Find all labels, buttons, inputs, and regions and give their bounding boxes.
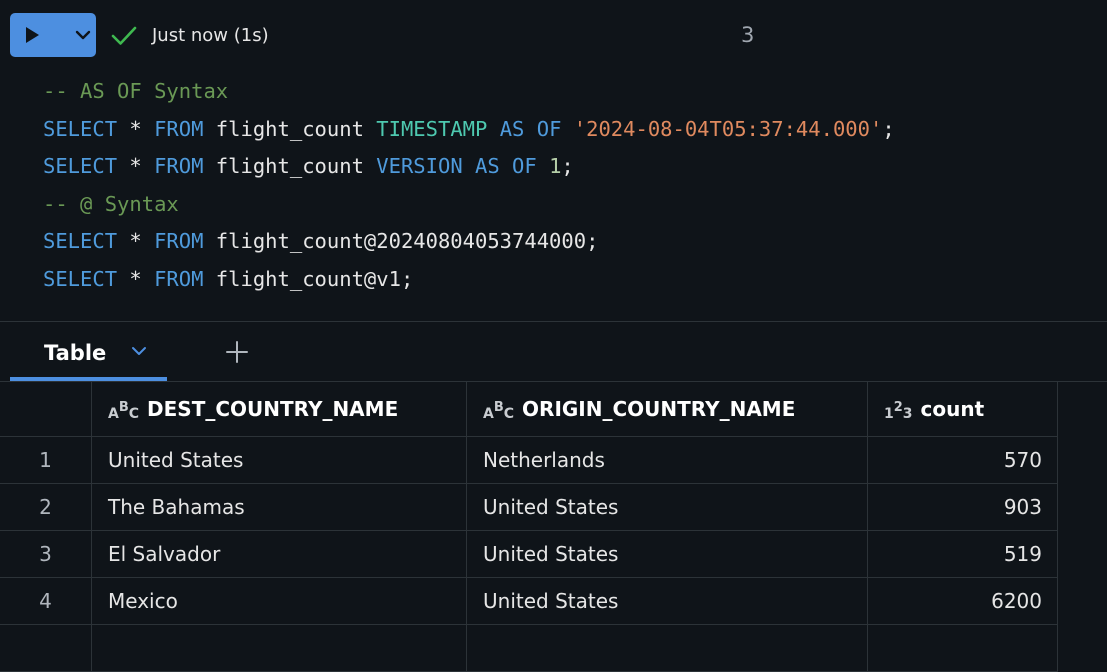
column-header[interactable]: 1 2 3 count <box>868 382 1058 437</box>
code-token: 1 <box>549 154 562 179</box>
code-token: OF <box>512 154 537 179</box>
code-token: AS <box>475 154 500 179</box>
empty-cell <box>92 625 467 672</box>
code-token: * <box>117 154 155 179</box>
chevron-down-icon[interactable] <box>131 346 147 356</box>
row-number: 2 <box>0 484 92 531</box>
column-header-label: ORIGIN_COUNTRY_NAME <box>522 397 796 421</box>
count-cell: 903 <box>868 484 1058 531</box>
row-number: 4 <box>0 578 92 625</box>
code-token: -- AS OF Syntax <box>43 79 229 103</box>
code-token: flight_count <box>203 154 377 179</box>
dest-country-cell: El Salvador <box>92 531 467 578</box>
count-cell: 519 <box>868 531 1058 578</box>
count-cell: 6200 <box>868 578 1058 625</box>
code-token: ; <box>561 154 574 179</box>
number-type-icon: 123 <box>884 400 913 422</box>
string-type-icon: ABC <box>108 400 140 422</box>
run-status-text: Just now (1s) <box>152 25 269 46</box>
code-token: FROM <box>154 116 204 141</box>
code-token: FROM <box>154 266 204 291</box>
code-token: * <box>117 229 155 254</box>
cell-number: 3 <box>741 23 755 47</box>
cell-toolbar: Just now (1s) 3 <box>0 0 1107 68</box>
code-token: FROM <box>154 154 204 179</box>
run-cell-button[interactable] <box>10 13 96 57</box>
dest-country-cell: The Bahamas <box>92 484 467 531</box>
code-token: SELECT <box>43 116 118 141</box>
code-line: SELECT * FROM flight_count@v1; <box>43 261 895 299</box>
code-token: TIMESTAMP <box>376 116 488 141</box>
code-token: -- @ Syntax <box>43 191 179 216</box>
empty-cell <box>467 625 868 672</box>
tab-table[interactable]: Table <box>10 326 167 381</box>
count-cell: 570 <box>868 437 1058 484</box>
chevron-down-icon[interactable] <box>75 30 91 40</box>
row-number-header <box>0 382 92 437</box>
empty-cell <box>868 625 1058 672</box>
code-token: SELECT <box>43 154 118 179</box>
check-icon <box>111 26 137 45</box>
code-line: SELECT * FROM flight_count TIMESTAMP AS … <box>43 111 895 149</box>
code-line: -- AS OF Syntax <box>43 73 895 111</box>
row-number: 3 <box>0 531 92 578</box>
code-token: SELECT <box>43 229 118 254</box>
empty-cell <box>0 625 92 672</box>
code-token: * <box>117 266 155 291</box>
origin-country-cell: Netherlands <box>467 437 868 484</box>
column-header[interactable]: A B C ORIGIN_COUNTRY_NAME <box>467 382 868 437</box>
column-header-label: count <box>920 397 985 421</box>
dest-country-cell: Mexico <box>92 578 467 625</box>
code-token: FROM <box>154 229 204 254</box>
origin-country-cell: United States <box>467 484 868 531</box>
origin-country-cell: United States <box>467 578 868 625</box>
code-line: -- @ Syntax <box>43 186 895 224</box>
output-divider <box>0 321 1107 322</box>
play-icon <box>26 27 39 43</box>
code-token: '2024-08-04T05:37:44.000' <box>573 116 883 141</box>
column-header-label: DEST_COUNTRY_NAME <box>147 397 399 421</box>
string-type-icon: ABC <box>483 400 515 422</box>
code-line: SELECT * FROM flight_count@2024080405374… <box>43 223 895 261</box>
code-token: OF <box>536 116 562 141</box>
code-token: * <box>117 116 155 141</box>
code-line: SELECT * FROM flight_count VERSION AS OF… <box>43 148 895 186</box>
code-token: SELECT <box>43 266 118 291</box>
code-token: flight_count@20240804053744000; <box>203 229 599 254</box>
plus-icon[interactable] <box>225 340 249 364</box>
row-number: 1 <box>0 437 92 484</box>
code-token: AS <box>499 116 525 141</box>
tab-table-label: Table <box>44 341 107 365</box>
dest-country-cell: United States <box>92 437 467 484</box>
column-header[interactable]: A B C DEST_COUNTRY_NAME <box>92 382 467 437</box>
code-token: ; <box>882 116 895 141</box>
code-token: flight_count@v1; <box>203 266 414 291</box>
code-editor[interactable]: -- AS OF Syntax SELECT * FROM flight_coun… <box>43 73 895 299</box>
code-token: flight_count <box>203 116 377 141</box>
code-token: VERSION <box>376 154 463 179</box>
origin-country-cell: United States <box>467 531 868 578</box>
